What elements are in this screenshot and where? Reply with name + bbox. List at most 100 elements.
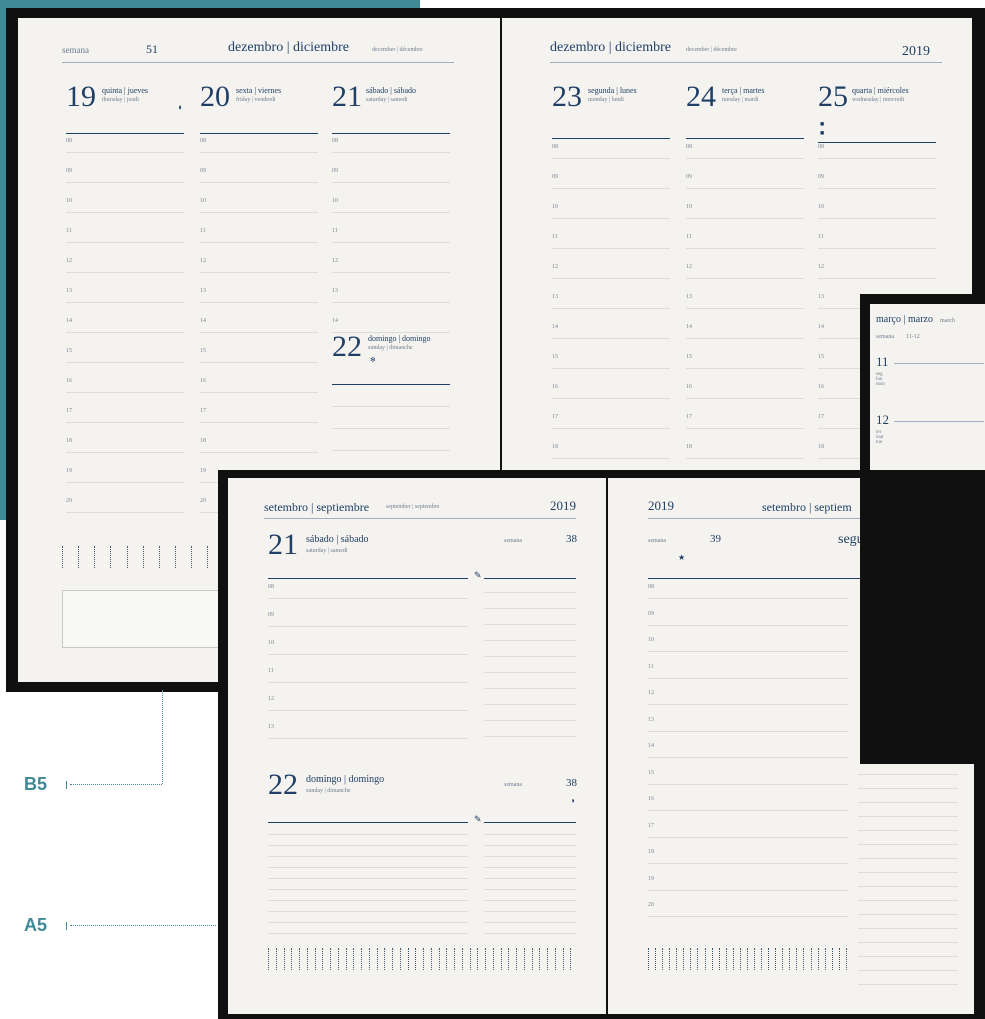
- writing-line: [484, 834, 576, 835]
- hour-line: [818, 248, 936, 249]
- year-strip-mark: [838, 948, 844, 970]
- day-number: 19: [66, 80, 96, 113]
- year-strip-mark: [399, 948, 405, 970]
- hour-label: 08: [648, 584, 654, 590]
- hour-line: [200, 212, 318, 213]
- hour-line: [648, 863, 848, 864]
- hour-label: 11: [686, 234, 692, 240]
- hour-label: 18: [686, 444, 692, 450]
- hour-label: 08: [818, 144, 824, 150]
- writing-line: [484, 856, 576, 857]
- day-abbreviation: seg lun mon: [876, 372, 885, 387]
- writing-line: [484, 845, 576, 846]
- hour-line: [332, 332, 450, 333]
- writing-line: [858, 830, 958, 831]
- year-strip-mark: [539, 948, 544, 970]
- day-rule: [332, 133, 450, 134]
- year-strip-mark: [158, 546, 164, 568]
- year-strip-mark: [831, 948, 837, 970]
- year-strip-mark: [768, 948, 773, 970]
- hour-label: 09: [552, 174, 558, 180]
- hour-label: 11: [200, 228, 206, 234]
- hour-line: [686, 248, 804, 249]
- hour-label: 11: [818, 234, 824, 240]
- year-strip-mark: [353, 948, 358, 970]
- hour-line: [648, 704, 848, 705]
- hour-label: 15: [686, 354, 692, 360]
- year: 2019: [648, 498, 674, 513]
- hour-line: [200, 152, 318, 153]
- year-strip-mark: [739, 948, 745, 970]
- year-strip-mark: [175, 546, 180, 568]
- year-strip-mark: [761, 948, 766, 970]
- year-strip-mark: [322, 948, 327, 970]
- hour-line: [686, 368, 804, 369]
- b5-leader-horizontal: [70, 784, 162, 785]
- notes-rule: [484, 822, 576, 823]
- year-strip-mark: [361, 948, 366, 970]
- hour-label: 10: [66, 198, 72, 204]
- day-name: segunda | lunes: [588, 86, 637, 95]
- hour-label: 17: [200, 408, 206, 414]
- day-number: 23: [552, 80, 582, 113]
- hour-line: [200, 302, 318, 303]
- year-strip-mark: [669, 948, 674, 970]
- writing-line: [858, 886, 958, 887]
- writing-line: [484, 640, 576, 641]
- year-strip-mark: [126, 546, 132, 568]
- writing-line: [268, 933, 468, 934]
- hour-line: [66, 482, 184, 483]
- writing-line: [484, 608, 576, 609]
- hour-line: [686, 158, 804, 159]
- year-strip-mark: [345, 948, 351, 970]
- hour-line: [686, 218, 804, 219]
- year-strip-mark: [415, 948, 420, 970]
- year-strip-mark: [492, 948, 498, 970]
- hour-label: 08: [66, 138, 72, 144]
- writing-line: [858, 942, 958, 943]
- week-label: semana: [876, 334, 894, 340]
- hour-label: 15: [66, 348, 72, 354]
- hour-label: 18: [648, 849, 654, 855]
- year-strip-mark: [191, 546, 196, 568]
- day-subtitle: sunday | dimanche: [306, 788, 351, 794]
- hour-label: 13: [818, 294, 824, 300]
- hour-label: 13: [648, 716, 654, 723]
- hour-label: 11: [648, 663, 654, 670]
- pen-icon: ✎: [474, 814, 482, 824]
- hour-label: 12: [268, 696, 274, 702]
- hour-label: 08: [332, 138, 338, 144]
- year-strip-mark: [392, 948, 397, 970]
- writing-line: [484, 900, 576, 901]
- hour-label: 10: [332, 198, 338, 204]
- hour-line: [66, 332, 184, 333]
- hour-line: [686, 188, 804, 189]
- hour-line: [332, 152, 450, 153]
- hour-label: 15: [200, 348, 206, 354]
- year-strip-mark: [547, 948, 552, 970]
- header-rule: [62, 62, 454, 63]
- writing-line: [484, 592, 576, 593]
- day-name: quinta | jueves: [102, 86, 149, 95]
- day-number: 22: [268, 768, 298, 801]
- year-strip-mark: [516, 948, 521, 970]
- year-strip-mark: [655, 948, 660, 970]
- day-subtitle: tuesday | mardi: [722, 97, 759, 103]
- writing-line: [332, 428, 450, 429]
- year-strip-mark: [683, 948, 688, 970]
- writing-line: [858, 872, 958, 873]
- year-strip-mark: [368, 948, 374, 970]
- writing-line: [858, 788, 958, 789]
- year-strip-mark: [438, 948, 444, 970]
- year-strip-mark: [283, 948, 289, 970]
- week-label: semana: [62, 45, 89, 55]
- hour-line: [648, 889, 848, 891]
- year-strip-mark: [469, 948, 475, 970]
- hour-label: 13: [66, 288, 72, 294]
- year-strip-mark: [824, 948, 830, 970]
- hour-line: [66, 182, 184, 183]
- legend-square-icon: ■: [820, 120, 825, 128]
- writing-line: [268, 911, 468, 912]
- day-rule: [894, 421, 984, 422]
- hour-label: 13: [552, 294, 558, 300]
